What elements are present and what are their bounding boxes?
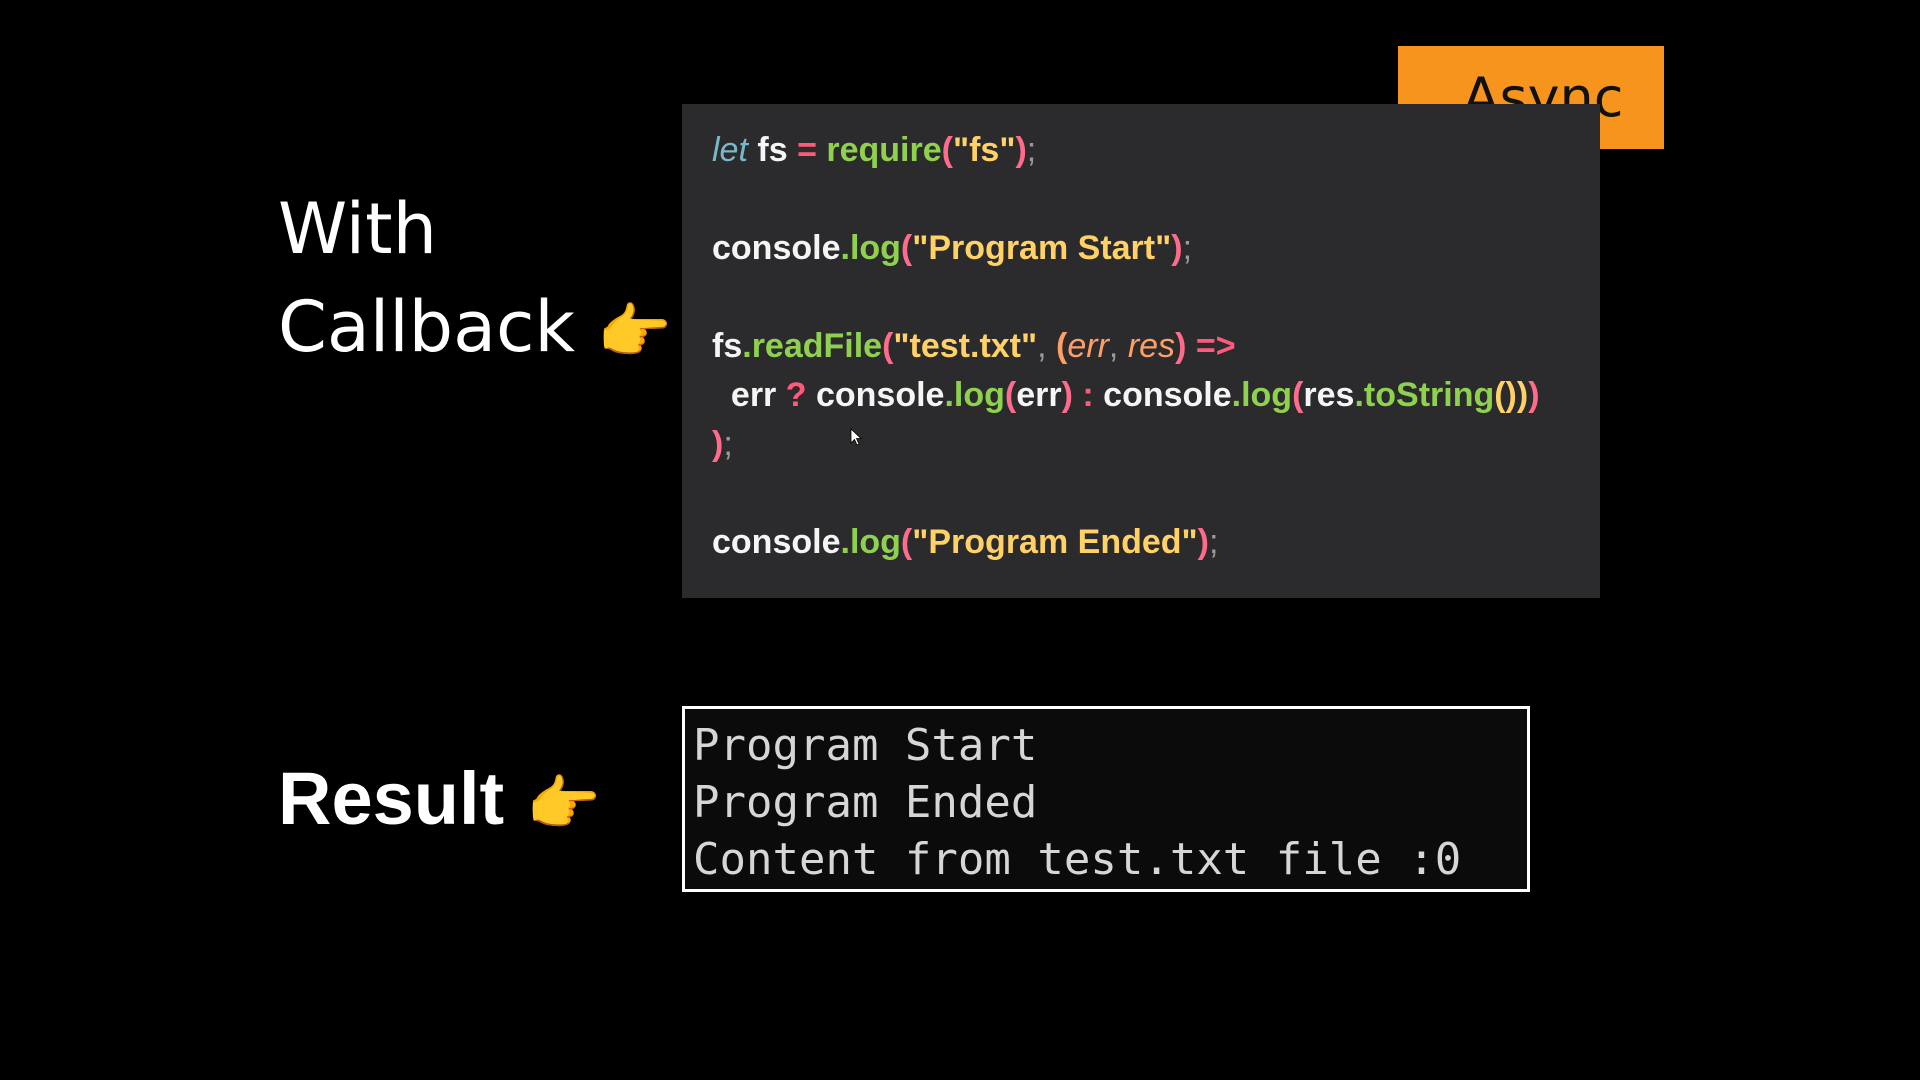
- code-token: ): [712, 425, 724, 463]
- code-token: ;: [723, 425, 733, 463]
- code-token: fs: [969, 131, 1000, 169]
- code-token: ": [912, 523, 929, 561]
- code-token: .: [840, 523, 850, 561]
- code-token: Program Start: [928, 229, 1156, 267]
- code-token: fs: [757, 131, 788, 169]
- code-token: ): [1175, 327, 1187, 365]
- heading-result-text: Result: [278, 757, 505, 840]
- terminal-line: Content from test.txt file :0: [693, 834, 1462, 885]
- code-token: toString: [1363, 376, 1495, 414]
- code-token: ): [1528, 376, 1540, 414]
- code-token: console: [1103, 376, 1232, 414]
- code-line-6: err ? console.log(err) : console.log(res…: [712, 371, 1600, 420]
- code-token: ": [952, 131, 970, 169]
- code-line-3: console.log("Program Start");: [712, 224, 1600, 273]
- code-token: (: [1056, 327, 1068, 365]
- code-token: =>: [1195, 327, 1236, 365]
- code-token: (: [900, 523, 913, 561]
- code-token: (: [1292, 376, 1304, 414]
- code-token: ,: [1037, 327, 1057, 365]
- code-token: err: [730, 376, 777, 414]
- code-token: log: [849, 229, 901, 267]
- code-token: let: [712, 131, 748, 169]
- code-line-7: );: [712, 420, 1600, 469]
- code-token: log: [849, 523, 901, 561]
- code-token: res: [1303, 376, 1355, 414]
- code-token: ;: [1209, 523, 1219, 561]
- code-token: ,: [1108, 327, 1128, 365]
- heading-result: Result 👉: [278, 750, 601, 853]
- terminal-output: Program Start Program Ended Content from…: [682, 706, 1530, 892]
- code-token: .: [1231, 376, 1242, 414]
- code-token: require: [826, 131, 942, 169]
- code-token: ": [893, 327, 910, 365]
- heading-callback-text: Callback: [278, 286, 576, 368]
- code-token: .: [944, 376, 954, 414]
- code-token: ): [1171, 229, 1183, 267]
- code-token: readFile: [751, 327, 883, 365]
- code-token: err: [1067, 327, 1109, 365]
- code-token: console: [712, 523, 841, 561]
- code-line-5: fs.readFile("test.txt", (err, res) =>: [712, 322, 1600, 371]
- code-token: .: [1354, 376, 1364, 414]
- code-token: :: [1082, 376, 1094, 414]
- code-token: ): [1197, 523, 1209, 561]
- code-token: test.txt: [909, 327, 1021, 365]
- pointing-hand-icon: 👉: [526, 770, 601, 838]
- code-token: ): [1015, 131, 1027, 169]
- code-token: console: [712, 229, 841, 267]
- code-panel: let fs = require("fs"); console.log("Pro…: [682, 104, 1600, 598]
- code-token: ;: [1182, 229, 1193, 267]
- heading-with-text: With: [278, 188, 437, 270]
- code-token: Program Ended: [928, 523, 1182, 561]
- code-token: log: [1241, 376, 1293, 414]
- code-token: fs: [712, 327, 743, 365]
- terminal-line: Program Start: [693, 720, 1038, 771]
- code-token: err: [1016, 376, 1062, 414]
- heading-with-callback: With Callback 👉: [278, 180, 672, 381]
- code-token: ": [999, 131, 1016, 169]
- code-token: =: [797, 131, 817, 169]
- pointing-hand-icon: 👉: [597, 296, 672, 367]
- terminal-line: Program Ended: [693, 777, 1038, 828]
- code-token: ()): [1494, 376, 1529, 414]
- code-token: log: [953, 376, 1005, 414]
- code-token: (: [1004, 376, 1017, 414]
- code-line-9: console.log("Program Ended");: [712, 518, 1600, 567]
- code-token: ": [1021, 327, 1038, 365]
- code-token: ": [1155, 229, 1172, 267]
- code-token: res: [1127, 327, 1176, 365]
- code-token: ): [1061, 376, 1073, 414]
- code-token: .: [742, 327, 752, 365]
- code-line-1: let fs = require("fs");: [712, 126, 1600, 175]
- code-token: ;: [1026, 131, 1037, 169]
- code-token: ": [912, 229, 929, 267]
- code-token: ?: [785, 376, 807, 414]
- code-token: .: [840, 229, 850, 267]
- code-token: ": [1181, 523, 1198, 561]
- code-token: console: [815, 376, 945, 414]
- code-token: (: [900, 229, 913, 267]
- code-token: (: [882, 327, 894, 365]
- mouse-cursor-icon: [850, 428, 862, 446]
- code-token: (: [941, 131, 953, 169]
